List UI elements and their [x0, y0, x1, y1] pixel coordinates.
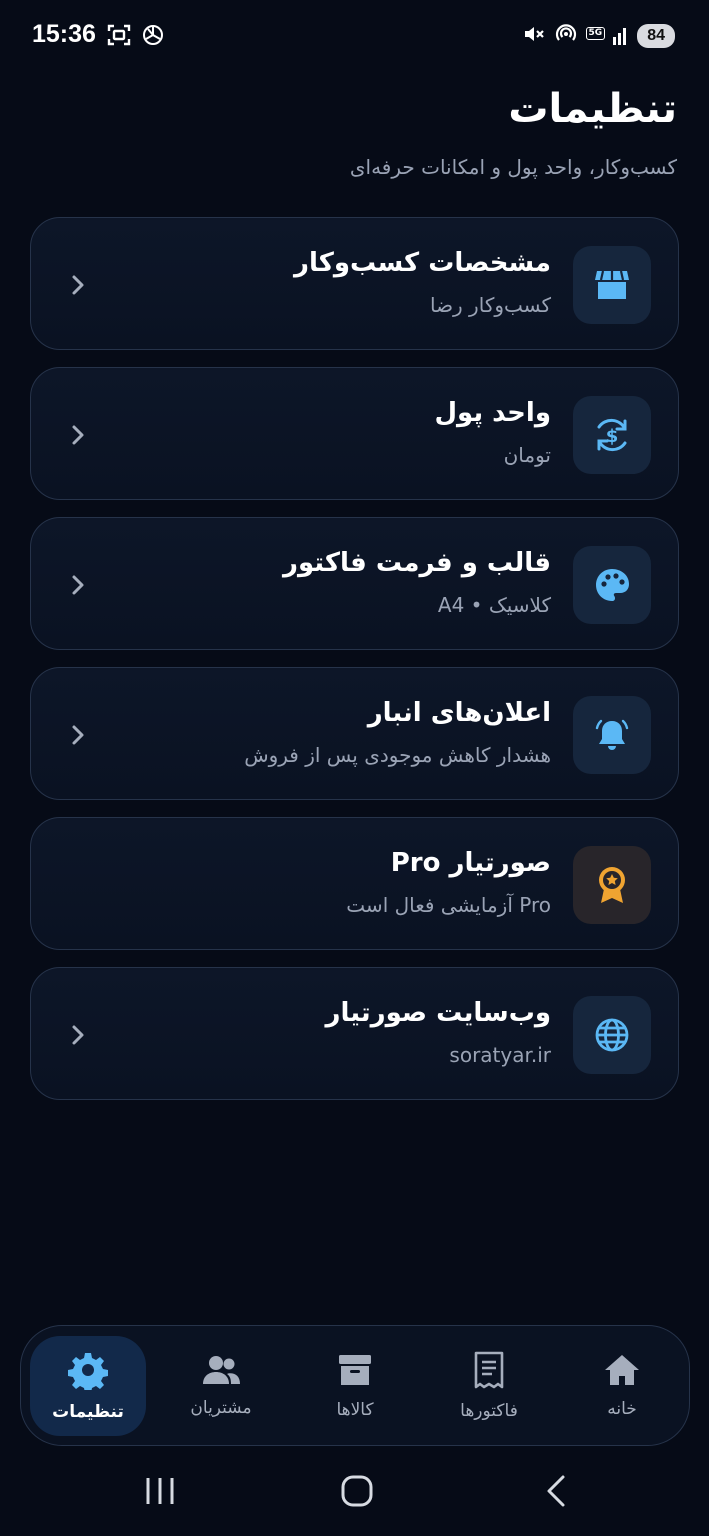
- home-button[interactable]: [340, 1474, 374, 1512]
- nav-item-settings[interactable]: تنظیمات: [30, 1336, 146, 1436]
- gear-icon: [68, 1350, 108, 1394]
- settings-card-business[interactable]: مشخصات کسب‌وکار کسب‌وکار رضا: [30, 217, 679, 350]
- back-button[interactable]: [544, 1474, 568, 1512]
- status-time: 15:36: [32, 20, 96, 48]
- store-icon: [573, 246, 651, 324]
- bottom-nav: تنظیمات مشتریان کالاها فاکتورها خانه: [20, 1325, 690, 1446]
- network-type: 5G: [585, 26, 606, 40]
- home-icon: [604, 1353, 640, 1391]
- currency-exchange-icon: $: [573, 396, 651, 474]
- page-subtitle: کسب‌وکار، واحد پول و امکانات حرفه‌ای: [349, 155, 677, 179]
- card-title: واحد پول: [434, 398, 551, 428]
- archive-box-icon: [337, 1352, 373, 1392]
- card-subtitle: کلاسیک • A4: [437, 593, 551, 617]
- signal-icon: [613, 23, 629, 49]
- status-bar: 15:36 5G 84: [0, 0, 709, 72]
- chevron-left-icon: [67, 273, 89, 297]
- hotspot-icon: [554, 22, 578, 50]
- nav-item-home[interactable]: خانه: [564, 1336, 680, 1436]
- nav-label: مشتریان: [190, 1398, 252, 1418]
- card-subtitle: هشدار کاهش موجودی پس از فروش: [244, 743, 551, 767]
- recent-apps-button[interactable]: [144, 1476, 176, 1510]
- settings-list: مشخصات کسب‌وکار کسب‌وکار رضا $ واحد پول …: [30, 217, 679, 1117]
- nav-item-customers[interactable]: مشتریان: [163, 1336, 279, 1436]
- chevron-left-icon: [67, 723, 89, 747]
- card-title: قالب و فرمت فاکتور: [283, 548, 551, 578]
- globe-icon: [573, 996, 651, 1074]
- system-nav-bar: [0, 1450, 709, 1536]
- settings-card-website[interactable]: وب‌سایت صورتیار soratyar.ir: [30, 967, 679, 1100]
- settings-card-pro[interactable]: صورتیار Pro Pro آزمایشی فعال است: [30, 817, 679, 950]
- nav-label: کالاها: [336, 1400, 374, 1420]
- card-subtitle: کسب‌وکار رضا: [429, 293, 551, 317]
- card-subtitle: تومان: [503, 443, 551, 467]
- card-title: صورتیار Pro: [390, 848, 551, 878]
- mute-icon: [522, 22, 546, 50]
- card-subtitle: soratyar.ir: [449, 1043, 551, 1067]
- palette-icon: [573, 546, 651, 624]
- award-icon: [573, 846, 651, 924]
- card-title: وب‌سایت صورتیار: [325, 998, 551, 1028]
- screenshot-icon: [106, 22, 132, 52]
- card-subtitle: Pro آزمایشی فعال است: [346, 893, 551, 917]
- nav-item-products[interactable]: کالاها: [297, 1336, 413, 1436]
- settings-card-inventory-alerts[interactable]: اعلان‌های انبار هشدار کاهش موجودی پس از …: [30, 667, 679, 800]
- nav-item-invoices[interactable]: فاکتورها: [431, 1336, 547, 1436]
- settings-card-invoice-template[interactable]: قالب و فرمت فاکتور کلاسیک • A4: [30, 517, 679, 650]
- nav-label: تنظیمات: [52, 1402, 124, 1422]
- chevron-left-icon: [67, 423, 89, 447]
- receipt-icon: [472, 1351, 506, 1393]
- card-title: اعلان‌های انبار: [367, 698, 551, 728]
- page-title: تنظیمات: [508, 86, 677, 132]
- chevron-left-icon: [67, 1023, 89, 1047]
- users-icon: [201, 1354, 241, 1390]
- svg-text:$: $: [606, 426, 619, 447]
- chevron-left-icon: [67, 573, 89, 597]
- chatgpt-icon: [140, 22, 166, 52]
- nav-label: خانه: [607, 1399, 637, 1419]
- battery-indicator: 84: [637, 24, 675, 48]
- card-title: مشخصات کسب‌وکار: [294, 248, 551, 278]
- nav-label: فاکتورها: [460, 1401, 518, 1421]
- settings-card-currency[interactable]: $ واحد پول تومان: [30, 367, 679, 500]
- bell-icon: [573, 696, 651, 774]
